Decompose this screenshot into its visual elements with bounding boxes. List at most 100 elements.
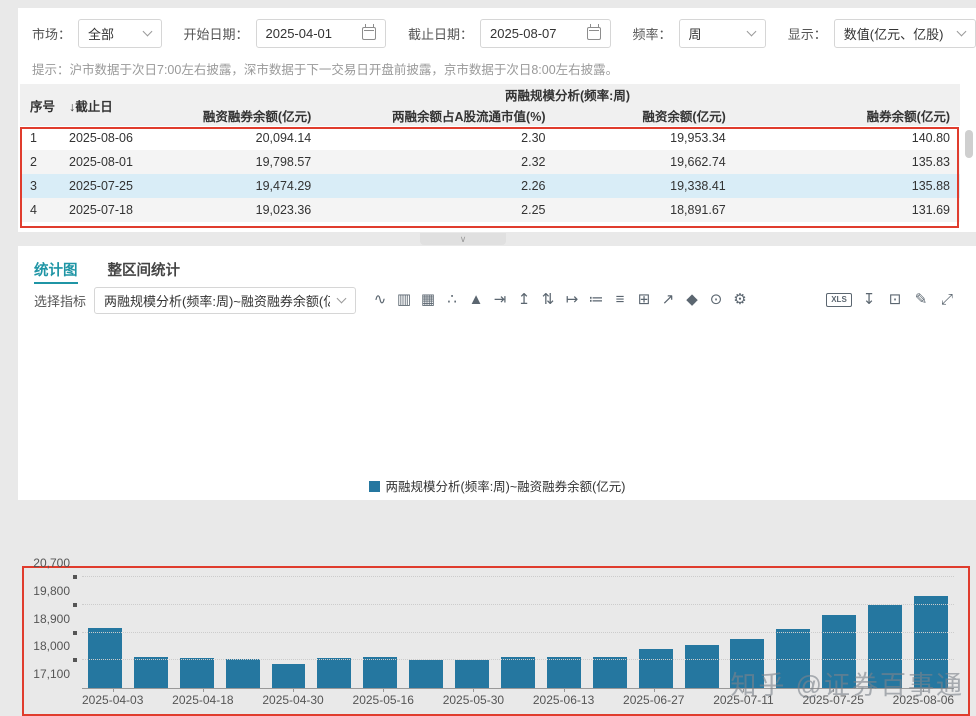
bar-cell (633, 577, 679, 688)
fill-mark-icon[interactable]: ◆ (680, 290, 704, 310)
bar[interactable] (363, 657, 398, 688)
disclosure-hint: 提示：沪市数据于次日7:00左右披露，深市数据于下一交易日开盘前披露，京市数据于… (18, 58, 976, 84)
line-chart-icon[interactable]: ∿ (368, 290, 392, 310)
table-row[interactable]: 1 2025-08-06 20,094.14 2.30 19,953.34 140.80 (20, 126, 960, 150)
bar[interactable] (546, 656, 581, 688)
y-axis-tick-label: 18,900 (33, 611, 70, 626)
x-axis-tick-label: 2025-06-13 (533, 688, 594, 710)
watermark: 知乎 @证券百事通 (730, 670, 964, 700)
frequency-select[interactable]: 周 (678, 18, 767, 48)
shift-right-icon[interactable]: ⇥ (488, 290, 512, 310)
bar-cell (128, 577, 174, 688)
add-box-icon[interactable]: ⊞ (632, 290, 656, 310)
filter-bar: 市场： 全部 开始日期： 2025-04-01 截止日期： 2025-08-07… (18, 8, 976, 58)
market-select-value: 全部 (88, 26, 115, 42)
area-chart-icon[interactable]: ▲ (464, 290, 488, 310)
bar[interactable] (317, 658, 352, 688)
display-select[interactable]: 数值(亿元、亿股) (833, 18, 976, 48)
table-cell: 2.32 (521, 155, 546, 169)
bar[interactable] (133, 656, 168, 688)
calendar-icon (586, 23, 601, 40)
chevron-down-icon (142, 26, 153, 37)
collapse-handle[interactable]: ∨ (420, 233, 506, 245)
panel-divider: ∨ (18, 232, 976, 246)
gridline (73, 575, 954, 579)
bar-cell (495, 577, 541, 688)
chart-toolbar: 选择指标 两融规模分析(频率:周)~融资融券余额(亿... ∿ ▥ ▦ ∴ ▲ ⇥ ↥ ⇅ ↦ ≔… (18, 284, 976, 316)
gridline (73, 630, 954, 635)
table-cell: 2025-08-01 (69, 155, 133, 169)
bar[interactable] (225, 659, 260, 688)
bar[interactable] (271, 663, 306, 688)
table-cell: 4 (30, 203, 37, 217)
move-right-icon[interactable]: ↦ (560, 290, 584, 310)
bar-cell (311, 577, 357, 688)
chart-legend[interactable]: 两融规模分析(频率:周)~融资融券余额(亿元) (18, 476, 976, 495)
x-axis-tick-label: 2025-05-30 (443, 688, 504, 710)
edit-icon[interactable]: ✎ (908, 290, 934, 310)
column-header-date-sort[interactable]: ↓截止日 (65, 84, 175, 126)
table-cell: 19,662.74 (670, 155, 726, 169)
start-date-input[interactable]: 2025-04-01 (255, 18, 387, 48)
indicator-select[interactable]: 两融规模分析(频率:周)~融资融券余额(亿... (94, 286, 357, 314)
table-cell: 2.30 (521, 131, 546, 145)
table-scrollbar[interactable] (965, 130, 973, 226)
download-icon[interactable]: ↧ (856, 290, 882, 310)
column-header-securities: 融券余额(亿元) (763, 105, 960, 126)
tab-statistics-chart[interactable]: 统计图 (34, 259, 78, 284)
bar-cell (403, 577, 449, 688)
column-header-financing: 融资余额(亿元) (567, 105, 764, 126)
bar[interactable] (409, 659, 444, 688)
table-row[interactable]: 3 2025-07-25 19,474.29 2.26 19,338.41 135.88 (20, 174, 960, 198)
table-cell: 2025-08-06 (69, 131, 133, 145)
table-cell: 19,023.36 (255, 203, 312, 217)
copy-icon[interactable]: ⊡ (882, 290, 908, 310)
bar[interactable] (684, 645, 719, 688)
table-cell: 19,798.57 (255, 155, 312, 169)
x-axis-tick-label: 2025-04-18 (172, 688, 234, 710)
export-xls-icon[interactable]: XLS (826, 293, 852, 307)
x-axis-tick-label: 2025-04-03 (82, 688, 143, 710)
table-row[interactable]: 4 2025-07-18 19,023.36 2.25 18,891.67 131.69 (20, 198, 960, 222)
bar-chart-icon[interactable]: ▥ (392, 290, 416, 310)
bar-cell (266, 577, 312, 688)
market-select[interactable]: 全部 (78, 18, 162, 48)
x-axis-tick-label: 2025-06-27 (623, 688, 684, 710)
bar[interactable] (500, 657, 535, 688)
bar[interactable] (455, 659, 490, 688)
bar-cell (357, 577, 403, 688)
table-cell: 2025-07-25 (69, 179, 133, 193)
shift-up-icon[interactable]: ↥ (512, 290, 536, 310)
bar[interactable] (638, 648, 673, 688)
start-date-value: 2025-04-01 (265, 25, 333, 41)
legend-swatch-icon (368, 481, 380, 492)
bar[interactable] (179, 658, 214, 688)
chevron-down-icon (336, 293, 347, 304)
bar[interactable] (592, 657, 627, 688)
settings-wrench-icon[interactable]: ⚙ (728, 290, 752, 310)
numbered-list-icon[interactable]: ≔ (584, 290, 608, 310)
tab-range-statistics[interactable]: 整区间统计 (108, 259, 181, 284)
bar-cell (587, 577, 633, 688)
table-row[interactable]: 2 2025-08-01 19,798.57 2.32 19,662.74 135.83 (20, 150, 960, 174)
x-axis-tick-label (504, 693, 533, 710)
zoom-lens-icon[interactable]: ⊙ (704, 290, 728, 310)
x-axis-tick-label: 2025-05-16 (353, 688, 414, 710)
bar[interactable] (87, 627, 122, 688)
indicator-label: 选择指标 (34, 293, 87, 309)
list-icon[interactable]: ≡ (608, 290, 632, 310)
scatter-chart-icon[interactable]: ∴ (440, 290, 464, 310)
fullscreen-icon[interactable]: ⤢ (934, 290, 960, 310)
display-label: 显示： (787, 26, 827, 42)
y-axis-tick-label: 17,100 (33, 667, 70, 681)
trend-line-icon[interactable]: ↗ (656, 290, 680, 310)
end-date-input[interactable]: 2025-08-07 (480, 18, 611, 48)
margin-data-table: 序号 ↓截止日 两融规模分析(频率:周) 融资融券余额(亿元) 两融余额占A股流… (18, 84, 976, 232)
histogram-icon[interactable]: ▦ (416, 290, 440, 310)
y-axis-tick-label: 19,800 (33, 583, 70, 598)
start-date-label: 开始日期： (183, 26, 249, 42)
x-axis-tick-label: 2025-04-30 (262, 688, 324, 710)
scrollbar-thumb[interactable] (965, 130, 973, 158)
distribute-center-icon[interactable]: ⇅ (536, 290, 560, 310)
bar-cell (220, 577, 266, 688)
